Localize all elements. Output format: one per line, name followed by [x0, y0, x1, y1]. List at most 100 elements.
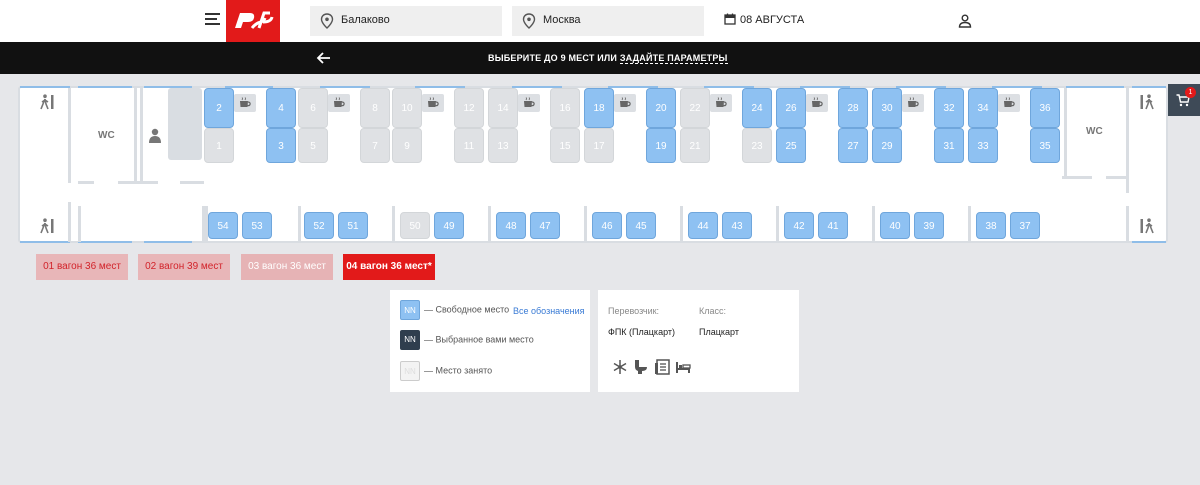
top-header: Балаково Москва 08 АВГУСТА: [0, 0, 1200, 42]
partition: [78, 181, 94, 184]
seat-24[interactable]: 24: [742, 88, 772, 128]
seat-5: 5: [298, 128, 328, 163]
back-arrow-icon[interactable]: [315, 50, 333, 66]
seat-48[interactable]: 48: [496, 212, 526, 239]
from-field[interactable]: Балаково: [310, 6, 502, 36]
seat-45[interactable]: 45: [626, 212, 656, 239]
legend-taken-label: — Место занято: [424, 365, 493, 376]
carriage-info: Перевозчик: Класс: ФПК (Плацкарт) Плацка…: [598, 290, 799, 392]
table-cup-icon: [328, 94, 350, 112]
partition: [1062, 176, 1092, 179]
car-map: WC WC 2 1 4 3 6 5 8 7 10 9 12 11 14 13 16 15 18 17 20 19 22 2…: [18, 86, 1168, 243]
legend-taken-box: NN: [400, 361, 420, 381]
window-line: [20, 86, 70, 88]
seat-28[interactable]: 28: [838, 88, 868, 128]
seat-27[interactable]: 27: [838, 128, 868, 163]
seat-42[interactable]: 42: [784, 212, 814, 239]
seat-10: 10: [392, 88, 422, 128]
partition: [298, 206, 301, 242]
seat-9: 9: [392, 128, 422, 163]
to-field[interactable]: Москва: [512, 6, 704, 36]
wagon-tab-03[interactable]: 03 вагон 36 мест: [241, 254, 333, 280]
seat-52[interactable]: 52: [304, 212, 334, 239]
seat-35[interactable]: 35: [1030, 128, 1060, 163]
seat-36[interactable]: 36: [1030, 88, 1060, 128]
seat-38[interactable]: 38: [976, 212, 1006, 239]
seat-32[interactable]: 32: [934, 88, 964, 128]
to-value: Москва: [543, 14, 581, 26]
seat-26[interactable]: 26: [776, 88, 806, 128]
banner-message: ВЫБЕРИТЕ ДО 9 МЕСТ ИЛИ ЗАДАЙТЕ ПАРАМЕТРЫ: [488, 53, 728, 64]
seat-34[interactable]: 34: [968, 88, 998, 128]
seat-31[interactable]: 31: [934, 128, 964, 163]
partition: [68, 88, 71, 183]
table-cup-icon: [902, 94, 924, 112]
seat-3[interactable]: 3: [266, 128, 296, 163]
seat-25[interactable]: 25: [776, 128, 806, 163]
seat-15: 15: [550, 128, 580, 163]
seat-21: 21: [680, 128, 710, 163]
legend-selected: NN — Выбранное вами место: [400, 330, 534, 350]
seat-54[interactable]: 54: [208, 212, 238, 239]
cart-count-badge: 1: [1185, 87, 1196, 98]
seat-legend: NN — Свободное место Все обозначения NN — …: [390, 290, 590, 392]
set-params-link[interactable]: ЗАДАЙТЕ ПАРАМЕТРЫ: [619, 53, 728, 64]
seat-49[interactable]: 49: [434, 212, 464, 239]
seat-20[interactable]: 20: [646, 88, 676, 128]
seat-1: 1: [204, 128, 234, 163]
partition: [78, 206, 81, 242]
table-cup-icon: [998, 94, 1020, 112]
toilet-icon: [635, 360, 647, 374]
seat-53[interactable]: 53: [242, 212, 272, 239]
bed-icon: [676, 362, 691, 373]
wagon-tab-01[interactable]: 01 вагон 36 мест: [36, 254, 128, 280]
seat-41[interactable]: 41: [818, 212, 848, 239]
menu-icon[interactable]: [205, 13, 220, 27]
selection-banner: ВЫБЕРИТЕ ДО 9 МЕСТ ИЛИ ЗАДАЙТЕ ПАРАМЕТРЫ: [0, 42, 1200, 74]
legend-selected-box: NN: [400, 330, 420, 350]
user-icon[interactable]: [958, 14, 972, 28]
seat-4[interactable]: 4: [266, 88, 296, 128]
seat-50: 50: [400, 212, 430, 239]
rzd-logo[interactable]: [226, 0, 280, 42]
seat-30[interactable]: 30: [872, 88, 902, 128]
seat-13: 13: [488, 128, 518, 163]
seat-33[interactable]: 33: [968, 128, 998, 163]
boiler: [168, 88, 202, 160]
cart-button[interactable]: 1: [1168, 84, 1200, 116]
date-value: 08 АВГУСТА: [740, 14, 805, 26]
seat-46[interactable]: 46: [592, 212, 622, 239]
legend-free: NN — Свободное место: [400, 300, 509, 320]
partition: [1064, 88, 1067, 178]
partition: [1126, 88, 1129, 193]
seat-44[interactable]: 44: [688, 212, 718, 239]
partition: [968, 206, 971, 242]
seat-43[interactable]: 43: [722, 212, 752, 239]
seat-40[interactable]: 40: [880, 212, 910, 239]
exit-icon: [40, 94, 54, 110]
seat-18[interactable]: 18: [584, 88, 614, 128]
date-field[interactable]: 08 АВГУСТА: [724, 13, 804, 26]
seat-7: 7: [360, 128, 390, 163]
table-cup-icon: [806, 94, 828, 112]
table-cup-icon: [710, 94, 732, 112]
wagon-tab-04[interactable]: 04 вагон 36 мест*: [343, 254, 435, 280]
seat-11: 11: [454, 128, 484, 163]
class-value: Плацкарт: [699, 327, 739, 337]
seat-51[interactable]: 51: [338, 212, 368, 239]
banner-text: ВЫБЕРИТЕ ДО 9 МЕСТ ИЛИ: [488, 53, 620, 63]
partition: [584, 206, 587, 242]
partition: [680, 206, 683, 242]
seat-2[interactable]: 2: [204, 88, 234, 128]
wagon-tab-02[interactable]: 02 вагон 39 мест: [138, 254, 230, 280]
seat-29[interactable]: 29: [872, 128, 902, 163]
table-cup-icon: [614, 94, 636, 112]
seat-39[interactable]: 39: [914, 212, 944, 239]
seat-19[interactable]: 19: [646, 128, 676, 163]
window-line: [1132, 241, 1166, 243]
all-legend-link[interactable]: Все обозначения: [513, 306, 585, 316]
seat-37[interactable]: 37: [1010, 212, 1040, 239]
seat-47[interactable]: 47: [530, 212, 560, 239]
from-value: Балаково: [341, 14, 390, 26]
partition: [1126, 206, 1129, 242]
